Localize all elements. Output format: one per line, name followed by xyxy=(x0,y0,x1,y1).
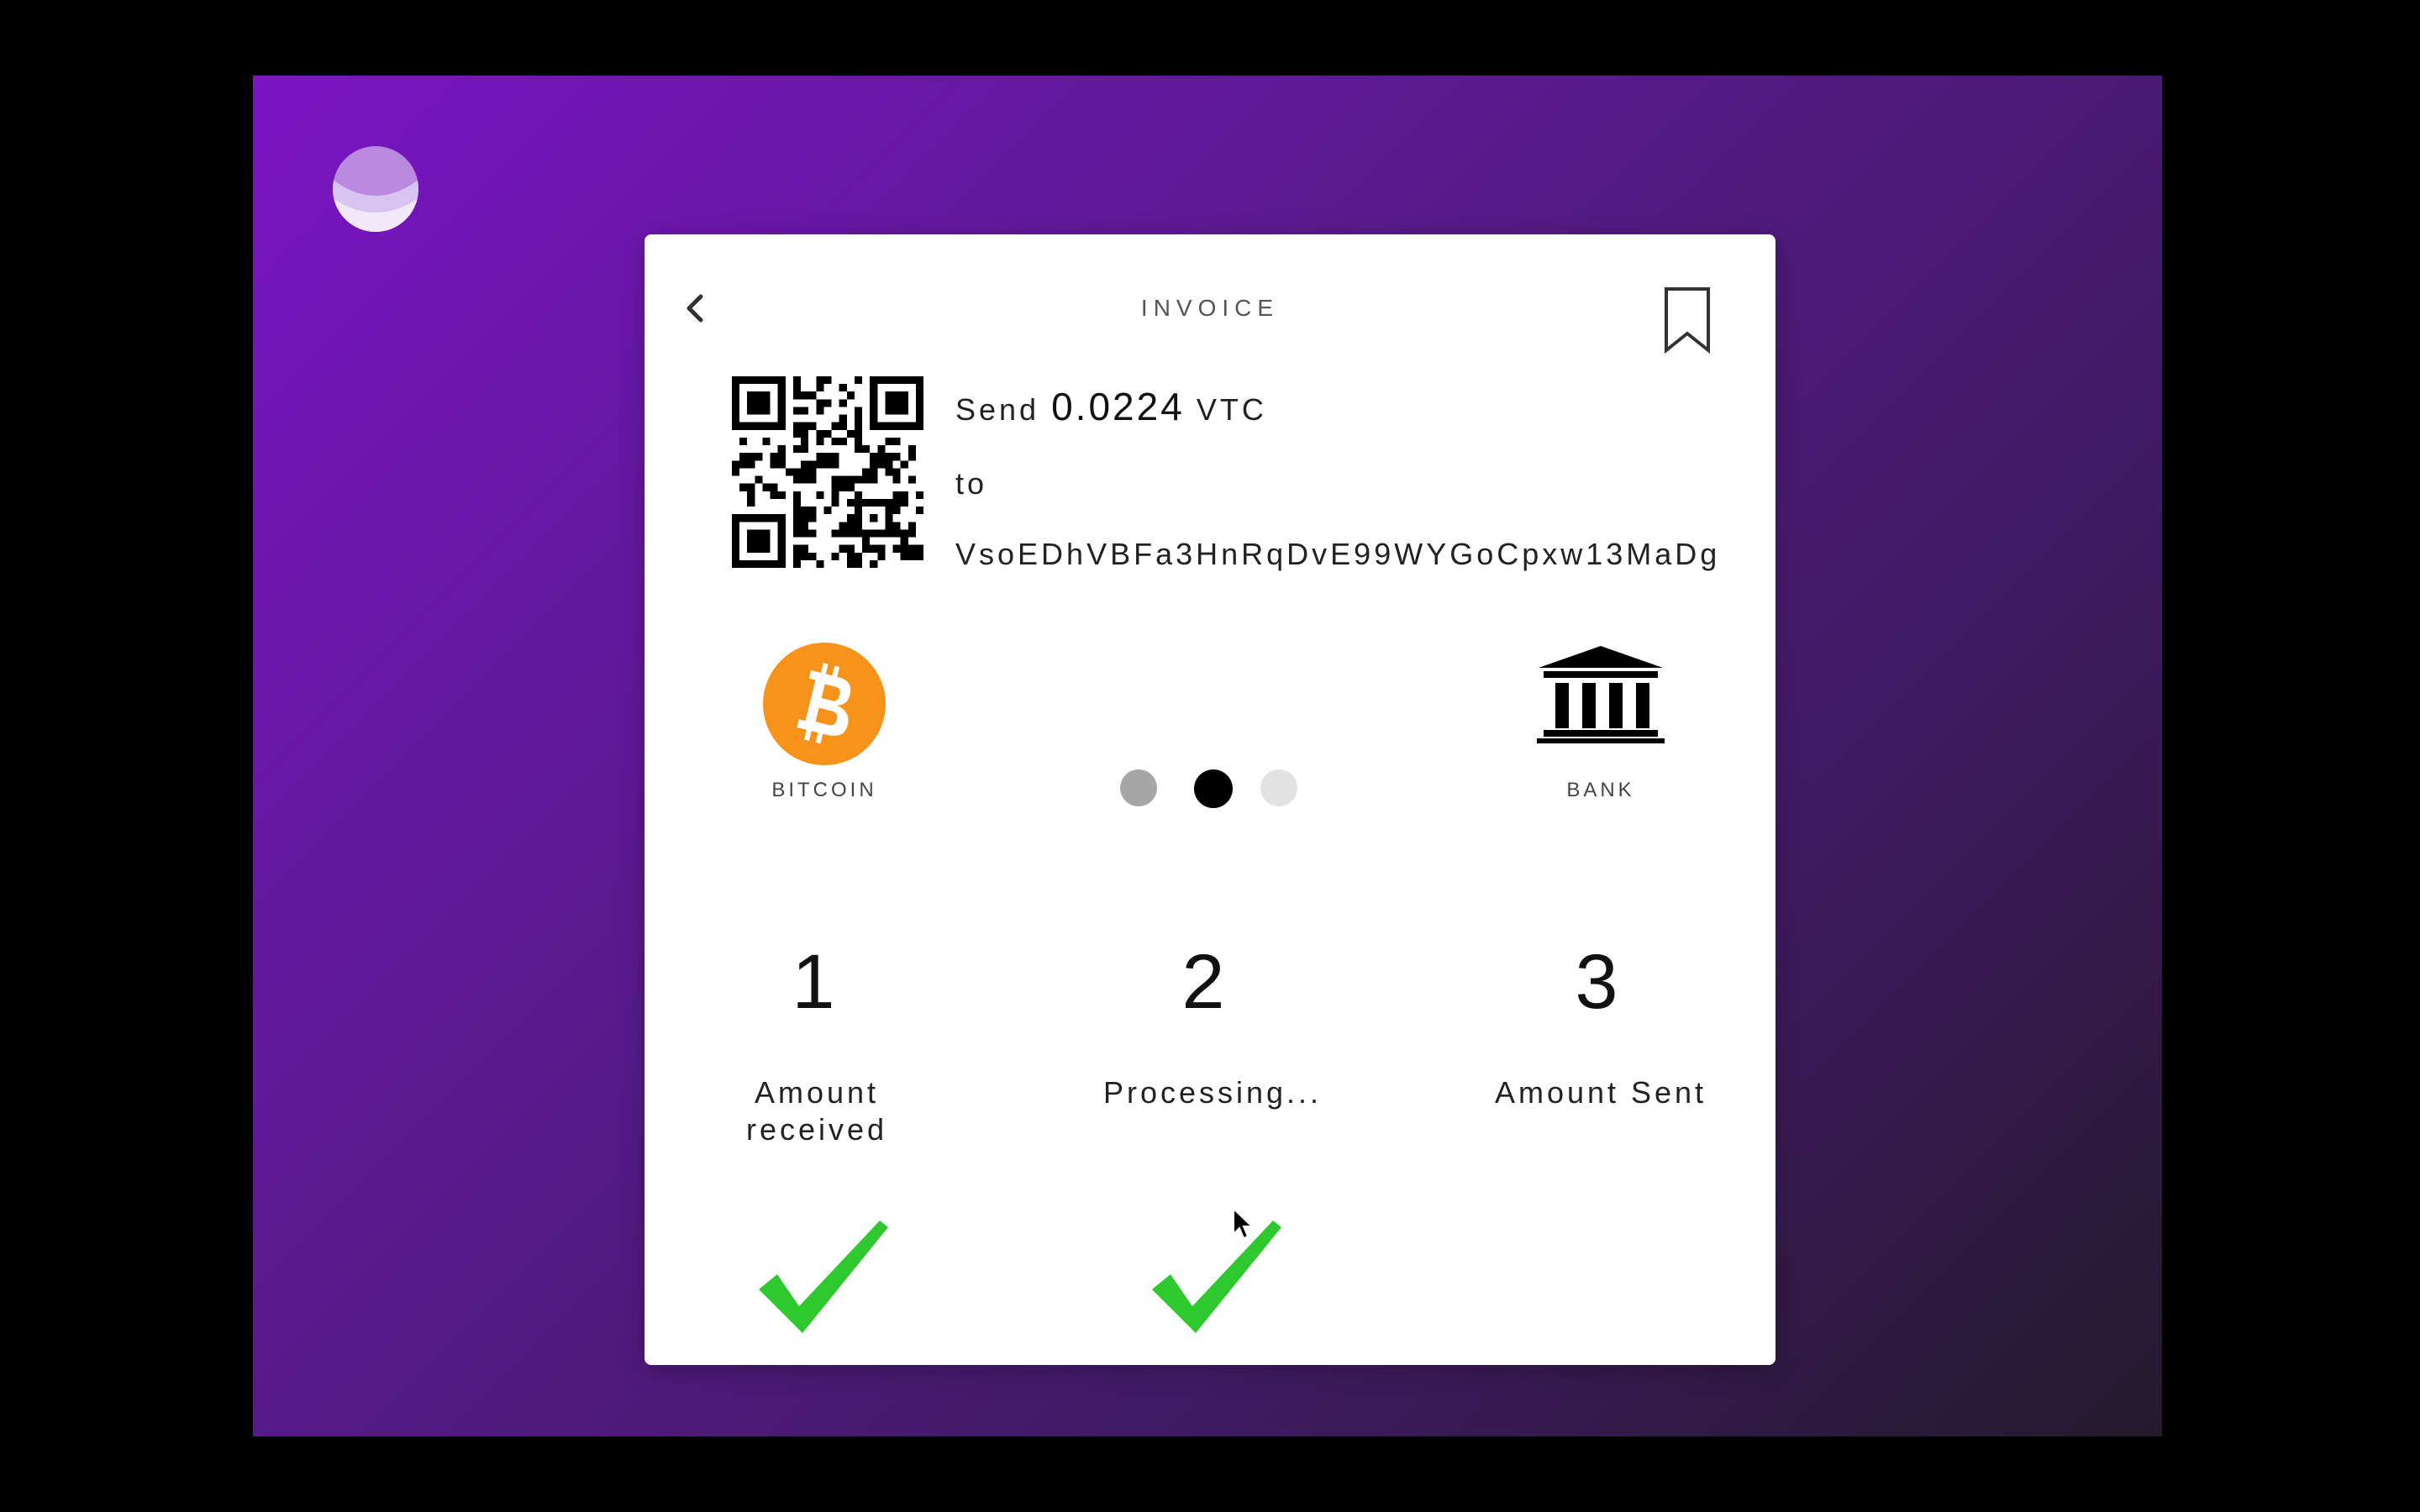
send-amount: 0.0224 xyxy=(1051,385,1185,428)
bookmark-icon xyxy=(1665,287,1710,354)
step-label-1-line2: received xyxy=(745,1112,888,1147)
step-label-2: Processing... xyxy=(1102,1075,1323,1110)
to-label: to xyxy=(955,466,988,501)
step-label-3: Amount Sent xyxy=(1494,1075,1707,1110)
qr-code-icon xyxy=(732,376,923,568)
bank-label: BANK xyxy=(1566,779,1635,801)
send-amount-line: Send 0.0224 VTC xyxy=(955,384,1267,429)
app-window: INVOICE Send 0.0224 VTC to VsoEDhVBFa3Hn… xyxy=(253,76,2162,1436)
bitcoin-icon xyxy=(763,643,886,765)
step-label-1: Amount received xyxy=(682,1074,951,1148)
qr-code xyxy=(732,376,923,568)
page-title: INVOICE xyxy=(1140,295,1280,321)
progress-dot-3 xyxy=(1260,769,1297,806)
send-currency: VTC xyxy=(1196,392,1267,427)
step-label-1-line1: Amount xyxy=(754,1075,880,1110)
step-1-check-icon xyxy=(755,1215,888,1338)
step-number-2: 2 xyxy=(1181,939,1225,1025)
bookmark-button[interactable] xyxy=(1658,283,1717,359)
step-number-3: 3 xyxy=(1575,939,1618,1025)
send-label: Send xyxy=(955,392,1040,427)
invoice-card: INVOICE Send 0.0224 VTC to VsoEDhVBFa3Hn… xyxy=(644,234,1776,1365)
wallet-address[interactable]: VsoEDhVBFa3HnRqDvE99WYGoCpxw13MaDg xyxy=(955,537,1720,572)
step-2-check-icon xyxy=(1149,1215,1281,1338)
progress-dot-1 xyxy=(1120,769,1157,806)
bank-icon xyxy=(1535,643,1666,745)
app-logo-icon xyxy=(333,146,418,232)
step-number-1: 1 xyxy=(792,939,835,1025)
progress-dot-2 xyxy=(1194,769,1233,808)
mouse-cursor-icon xyxy=(1232,1206,1255,1241)
bitcoin-label: BITCOIN xyxy=(771,779,877,801)
